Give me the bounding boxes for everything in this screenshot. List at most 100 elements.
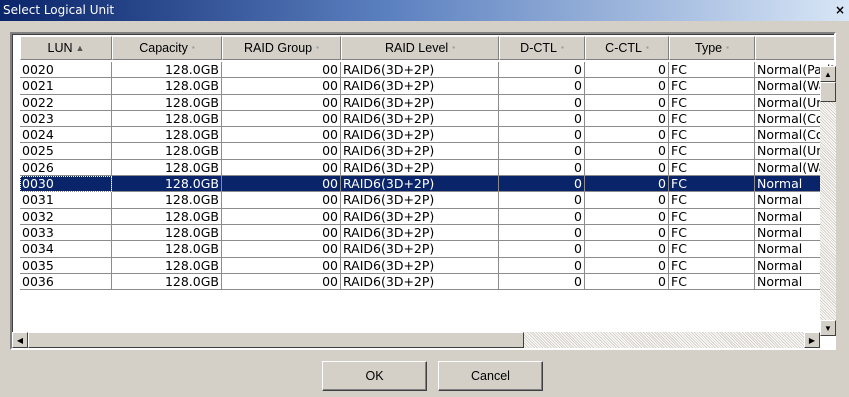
table-body: 0020 128.0GB 00 RAID6(3D+2P) 0 0 FC Normal(Pari… [20, 62, 834, 291]
cell-capacity: 128.0GB [112, 224, 222, 242]
cell-raid-level: RAID6(3D+2P) [341, 257, 499, 274]
column-header-label: C-CTL [605, 41, 642, 55]
cell-capacity: 128.0GB [112, 78, 222, 95]
vertical-scroll-thumb[interactable] [820, 82, 836, 102]
table-row[interactable]: 0033 128.0GB 00 RAID6(3D+2P) 0 0 FC Normal [20, 224, 834, 242]
cell-raid-level: RAID6(3D+2P) [341, 143, 499, 160]
column-header-label: RAID Group [244, 41, 313, 55]
arrow-down-icon[interactable]: ▼ [820, 320, 836, 336]
ok-button[interactable]: OK [322, 361, 427, 391]
cell-lun: 0033 [20, 224, 112, 242]
column-header-label: RAID Level [384, 41, 449, 55]
table-row[interactable]: 0031 128.0GB 00 RAID6(3D+2P) 0 0 FC Normal [20, 192, 834, 209]
cell-lun: 0036 [20, 273, 112, 291]
column-header-c-ctl[interactable]: C-CTL ▪ [585, 36, 669, 60]
arrow-up-icon[interactable]: ▲ [820, 66, 836, 82]
column-header-status[interactable] [755, 36, 834, 60]
table-row[interactable]: 0032 128.0GB 00 RAID6(3D+2P) 0 0 FC Normal [20, 208, 834, 225]
arrow-left-icon[interactable]: ◀ [12, 332, 28, 348]
cell-type: FC [669, 241, 755, 258]
sort-indicator-icon: ▪ [726, 42, 729, 52]
table-row[interactable]: 0021 128.0GB 00 RAID6(3D+2P) 0 0 FC Normal(Wait… [20, 78, 834, 95]
cell-type: FC [669, 273, 755, 291]
cell-raid-level: RAID6(3D+2P) [341, 62, 499, 79]
cell-c-ctl: 0 [585, 94, 669, 111]
cell-c-ctl: 0 [585, 192, 669, 209]
cell-type: FC [669, 176, 755, 193]
cell-lun: 0030 [20, 176, 112, 193]
vertical-scrollbar[interactable]: ▲ ▼ [820, 66, 836, 336]
table-row[interactable]: 0036 128.0GB 00 RAID6(3D+2P) 0 0 FC Normal [20, 273, 834, 291]
cell-raid-level: RAID6(3D+2P) [341, 110, 499, 128]
cell-capacity: 128.0GB [112, 241, 222, 258]
cell-lun: 0025 [20, 143, 112, 160]
table-row[interactable]: 0034 128.0GB 00 RAID6(3D+2P) 0 0 FC Normal [20, 241, 834, 258]
table-row[interactable]: 0020 128.0GB 00 RAID6(3D+2P) 0 0 FC Normal(Pari… [20, 62, 834, 79]
cell-d-ctl: 0 [499, 127, 585, 144]
cell-raid-group: 00 [222, 62, 341, 79]
arrow-right-icon[interactable]: ▶ [804, 332, 820, 348]
cell-c-ctl: 0 [585, 62, 669, 79]
cell-raid-level: RAID6(3D+2P) [341, 127, 499, 144]
table-row[interactable]: 0030 128.0GB 00 RAID6(3D+2P) 0 0 FC Normal [20, 176, 834, 193]
sort-indicator-icon: ▪ [645, 42, 649, 52]
cell-c-ctl: 0 [585, 176, 669, 193]
cell-lun: 0024 [20, 127, 112, 144]
cell-raid-group: 00 [222, 127, 341, 144]
cell-raid-group: 00 [222, 94, 341, 111]
cell-lun: 0022 [20, 94, 112, 111]
cell-raid-level: RAID6(3D+2P) [341, 273, 499, 291]
cell-lun: 0032 [20, 208, 112, 225]
cell-raid-group: 00 [222, 208, 341, 225]
cell-d-ctl: 0 [499, 62, 585, 79]
column-header-capacity[interactable]: Capacity ▪ [112, 36, 222, 60]
cell-raid-level: RAID6(3D+2P) [341, 192, 499, 209]
column-header-label: LUN [47, 41, 73, 55]
table-row[interactable]: 0035 128.0GB 00 RAID6(3D+2P) 0 0 FC Normal [20, 257, 834, 274]
cell-c-ctl: 0 [585, 110, 669, 128]
cell-capacity: 128.0GB [112, 94, 222, 111]
horizontal-scroll-thumb[interactable] [28, 332, 524, 348]
table-row[interactable]: 0025 128.0GB 00 RAID6(3D+2P) 0 0 FC Normal(Uncc [20, 143, 834, 160]
cell-type: FC [669, 94, 755, 111]
horizontal-scrollbar[interactable]: ◀ ▶ [12, 332, 820, 348]
table-row[interactable]: 0022 128.0GB 00 RAID6(3D+2P) 0 0 FC Normal(Uncc [20, 94, 834, 111]
cell-type: FC [669, 127, 755, 144]
cell-d-ctl: 0 [499, 192, 585, 209]
table-row[interactable]: 0026 128.0GB 00 RAID6(3D+2P) 0 0 FC Normal(Wait… [20, 159, 834, 177]
cell-d-ctl: 0 [499, 208, 585, 225]
cell-capacity: 128.0GB [112, 159, 222, 177]
column-header-lun[interactable]: LUN ▲ [20, 36, 112, 60]
dialog-title: Select Logical Unit [3, 3, 115, 17]
cell-raid-group: 00 [222, 176, 341, 193]
cell-type: FC [669, 62, 755, 79]
cell-capacity: 128.0GB [112, 110, 222, 128]
cell-capacity: 128.0GB [112, 176, 222, 193]
close-icon[interactable]: × [833, 3, 847, 17]
cell-c-ctl: 0 [585, 208, 669, 225]
cell-c-ctl: 0 [585, 241, 669, 258]
cell-d-ctl: 0 [499, 78, 585, 95]
cell-raid-group: 00 [222, 143, 341, 160]
cancel-button[interactable]: Cancel [438, 361, 543, 391]
column-header-raid-group[interactable]: RAID Group ▪ [222, 36, 341, 60]
cell-type: FC [669, 208, 755, 225]
logical-unit-table: LUN ▲ Capacity ▪ RAID Group ▪ RAID Level ▪ D-CTL… [10, 32, 836, 350]
title-bar[interactable]: Select Logical Unit × [0, 0, 849, 21]
column-header-label: D-CTL [520, 41, 557, 55]
cell-c-ctl: 0 [585, 143, 669, 160]
cell-type: FC [669, 159, 755, 177]
column-header-type[interactable]: Type ▪ [669, 36, 755, 60]
cell-capacity: 128.0GB [112, 62, 222, 79]
cell-c-ctl: 0 [585, 273, 669, 291]
select-logical-unit-dialog: Select Logical Unit × LUN ▲ Capacity ▪ RAID … [0, 0, 849, 397]
column-header-raid-level[interactable]: RAID Level ▪ [341, 36, 499, 60]
cell-capacity: 128.0GB [112, 143, 222, 160]
column-header-d-ctl[interactable]: D-CTL ▪ [499, 36, 585, 60]
cell-raid-level: RAID6(3D+2P) [341, 78, 499, 95]
cell-d-ctl: 0 [499, 224, 585, 242]
sort-indicator-icon: ▪ [316, 42, 319, 52]
column-header-label: Capacity [139, 41, 188, 55]
table-row[interactable]: 0023 128.0GB 00 RAID6(3D+2P) 0 0 FC Normal(Corr… [20, 110, 834, 128]
table-row[interactable]: 0024 128.0GB 00 RAID6(3D+2P) 0 0 FC Normal(Corr… [20, 127, 834, 144]
